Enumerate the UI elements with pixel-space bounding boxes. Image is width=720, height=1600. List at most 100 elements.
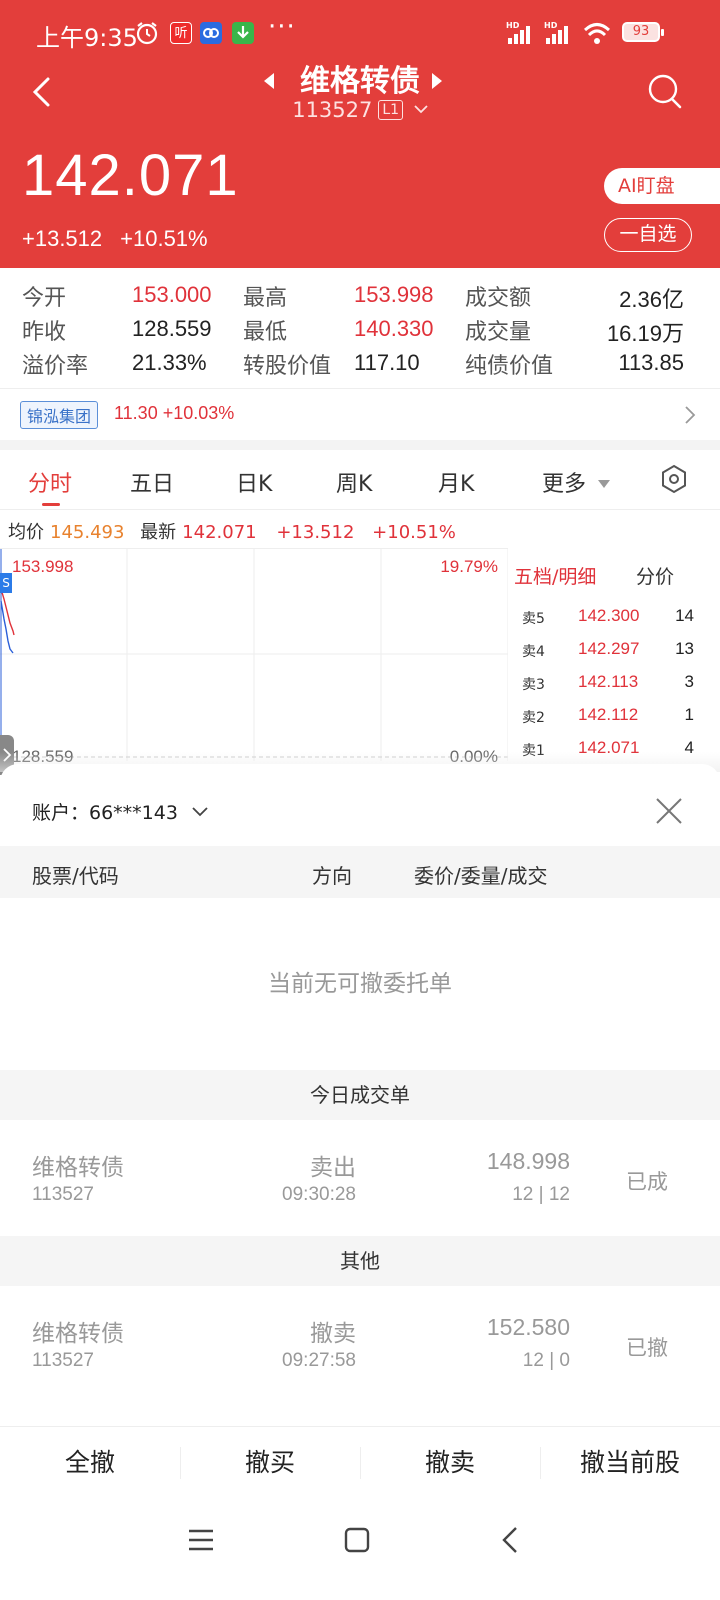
tab-more-label: 更多 [542,472,587,497]
table-row[interactable]: 维格转债 113527 卖出 09:30:28 148.998 12 | 12 … [0,1120,720,1236]
more-notifications-icon: ··· [268,12,296,42]
ask-price: 142.297 [578,639,640,658]
menu-icon[interactable] [188,1528,214,1552]
settings-icon[interactable] [660,464,688,494]
stock-title: 维格转债 [300,64,420,99]
empty-state-text: 当前无可撤委托单 [268,971,452,997]
cancel-buy-button[interactable]: 撤买 [180,1427,360,1499]
col-direction: 方向 [312,864,352,888]
open-label: 今开 [22,286,67,311]
ask-price: 142.300 [578,606,640,625]
low-value: 140.330 [354,316,434,341]
high-value: 153.998 [354,282,434,307]
alarm-icon [136,22,158,45]
tab-weekly-k[interactable]: 周K [336,466,372,498]
home-icon[interactable] [344,1526,370,1554]
ask-price: 142.112 [578,705,639,724]
chart-high-pct: 19.79% [440,557,498,576]
cursor-marker-icon: S [0,573,12,593]
chevron-down-icon [192,807,208,817]
row-stock-name: 维格转债 [32,1155,124,1181]
ai-watch-button[interactable]: AI盯盘 [604,168,720,204]
amount-label: 成交额 [465,286,532,311]
download-notification-icon [232,22,254,44]
open-value: 153.000 [132,282,212,307]
bond-value-label: 纯债价值 [465,354,554,379]
intraday-chart[interactable]: S 153.998 19.79% 128.559 0.00% [0,548,508,775]
tab-intraday[interactable]: 分时 [28,466,72,498]
row-stock-code: 113527 [32,1184,94,1205]
premium-label: 溢价率 [22,354,89,379]
row-stock-code: 113527 [32,1350,94,1371]
status-time: 上午9:35 [36,24,138,52]
related-stock-tag: 锦泓集团 [20,401,99,429]
conversion-value-label: 转股价值 [243,354,332,379]
row-qty: 12 | 0 [522,1350,570,1371]
system-nav-bar [0,1498,720,1600]
row-price: 148.998 [486,1148,570,1174]
ask-level: 卖5 [522,611,545,627]
cancel-sell-button[interactable]: 撤卖 [360,1427,540,1499]
prev-close-label: 昨收 [22,320,67,345]
back-nav-icon[interactable] [500,1526,520,1554]
conversion-value: 117.10 [354,350,420,375]
ask-qty: 3 [684,672,694,691]
chart-tabs: 分时 五日 日K 周K 月K 更多 [0,450,720,510]
cancel-current-stock-button[interactable]: 撤当前股 [540,1427,720,1499]
last-change-pct: +10.51% [372,522,456,543]
quote-panel: 今开 153.000 最高 153.998 成交额 2.36亿 昨收 128.5… [0,268,720,388]
section-gap [0,440,720,450]
tab-daily-k[interactable]: 日K [236,466,272,498]
caret-down-icon [598,480,611,488]
stock-code: 113527 [292,98,373,122]
cancel-action-bar: 全撤 撤买 撤卖 撤当前股 [0,1426,720,1498]
row-status: 已撤 [626,1336,668,1360]
stock-header: 上午9:35 听 ··· HD HD 93 维格转债 113527 L1 142… [0,0,720,268]
signal-icon: HD HD [506,21,568,44]
order-book-row: 卖2 142.112 1 [520,703,720,733]
battery-icon: 93 [622,22,664,42]
low-label: 最低 [243,320,288,345]
tab-price-distribution[interactable]: 分价 [636,562,674,589]
stock-code-line[interactable]: 113527 L1 [0,98,720,122]
volume-value: 16.19万 [606,321,684,346]
search-icon[interactable] [646,72,684,110]
col-stock: 股票/代码 [32,864,119,888]
status-bar: 上午9:35 听 ··· HD HD 93 [0,0,720,64]
tab-more[interactable]: 更多 [542,466,611,498]
row-direction: 卖出 [310,1155,356,1181]
last-change: +13.512 [276,522,355,543]
next-stock-icon[interactable] [430,72,444,90]
ask-level: 卖3 [522,677,545,693]
app-notification-icon: 听 [170,22,192,44]
tab-order-book[interactable]: 五档/明细 [514,562,596,589]
chevron-down-icon [414,105,428,114]
intraday-chart-canvas [0,549,508,761]
account-label: 账户：66***143 [32,802,178,824]
order-table-header: 股票/代码 方向 委价/委量/成交 [0,846,720,898]
change-value: +13.512 [22,226,103,251]
tab-monthly-k[interactable]: 月K [438,466,474,498]
avg-label: 均价 [8,522,44,543]
premium-value: 21.33% [132,350,207,375]
row-status: 已成 [626,1170,668,1194]
table-row[interactable]: 维格转债 113527 撤卖 09:27:58 152.580 12 | 0 已… [0,1286,720,1402]
account-selector[interactable]: 账户：66***143 [32,798,208,825]
bond-value: 113.85 [618,350,684,375]
current-price: 142.071 [22,143,239,208]
cancel-all-button[interactable]: 全撤 [0,1427,180,1499]
svg-text:HD: HD [544,21,558,30]
tab-five-day[interactable]: 五日 [130,466,174,498]
volume-label: 成交量 [465,320,532,345]
related-stock-bar[interactable]: 锦泓集团 11.30 +10.03% [0,388,720,440]
ask-qty: 14 [675,606,694,625]
order-book-row: 卖4 142.297 13 [520,637,720,667]
browser-notification-icon [200,22,222,44]
last-value: 142.071 [182,522,257,543]
close-icon[interactable] [654,796,684,826]
ask-qty: 13 [675,639,694,658]
average-price-line: 均价 145.493 最新 142.071 +13.512 +10.51% [8,518,462,544]
remove-favorite-button[interactable]: 一自选 [604,218,692,252]
row-stock-name: 维格转债 [32,1321,124,1347]
row-qty: 12 | 12 [512,1184,570,1205]
